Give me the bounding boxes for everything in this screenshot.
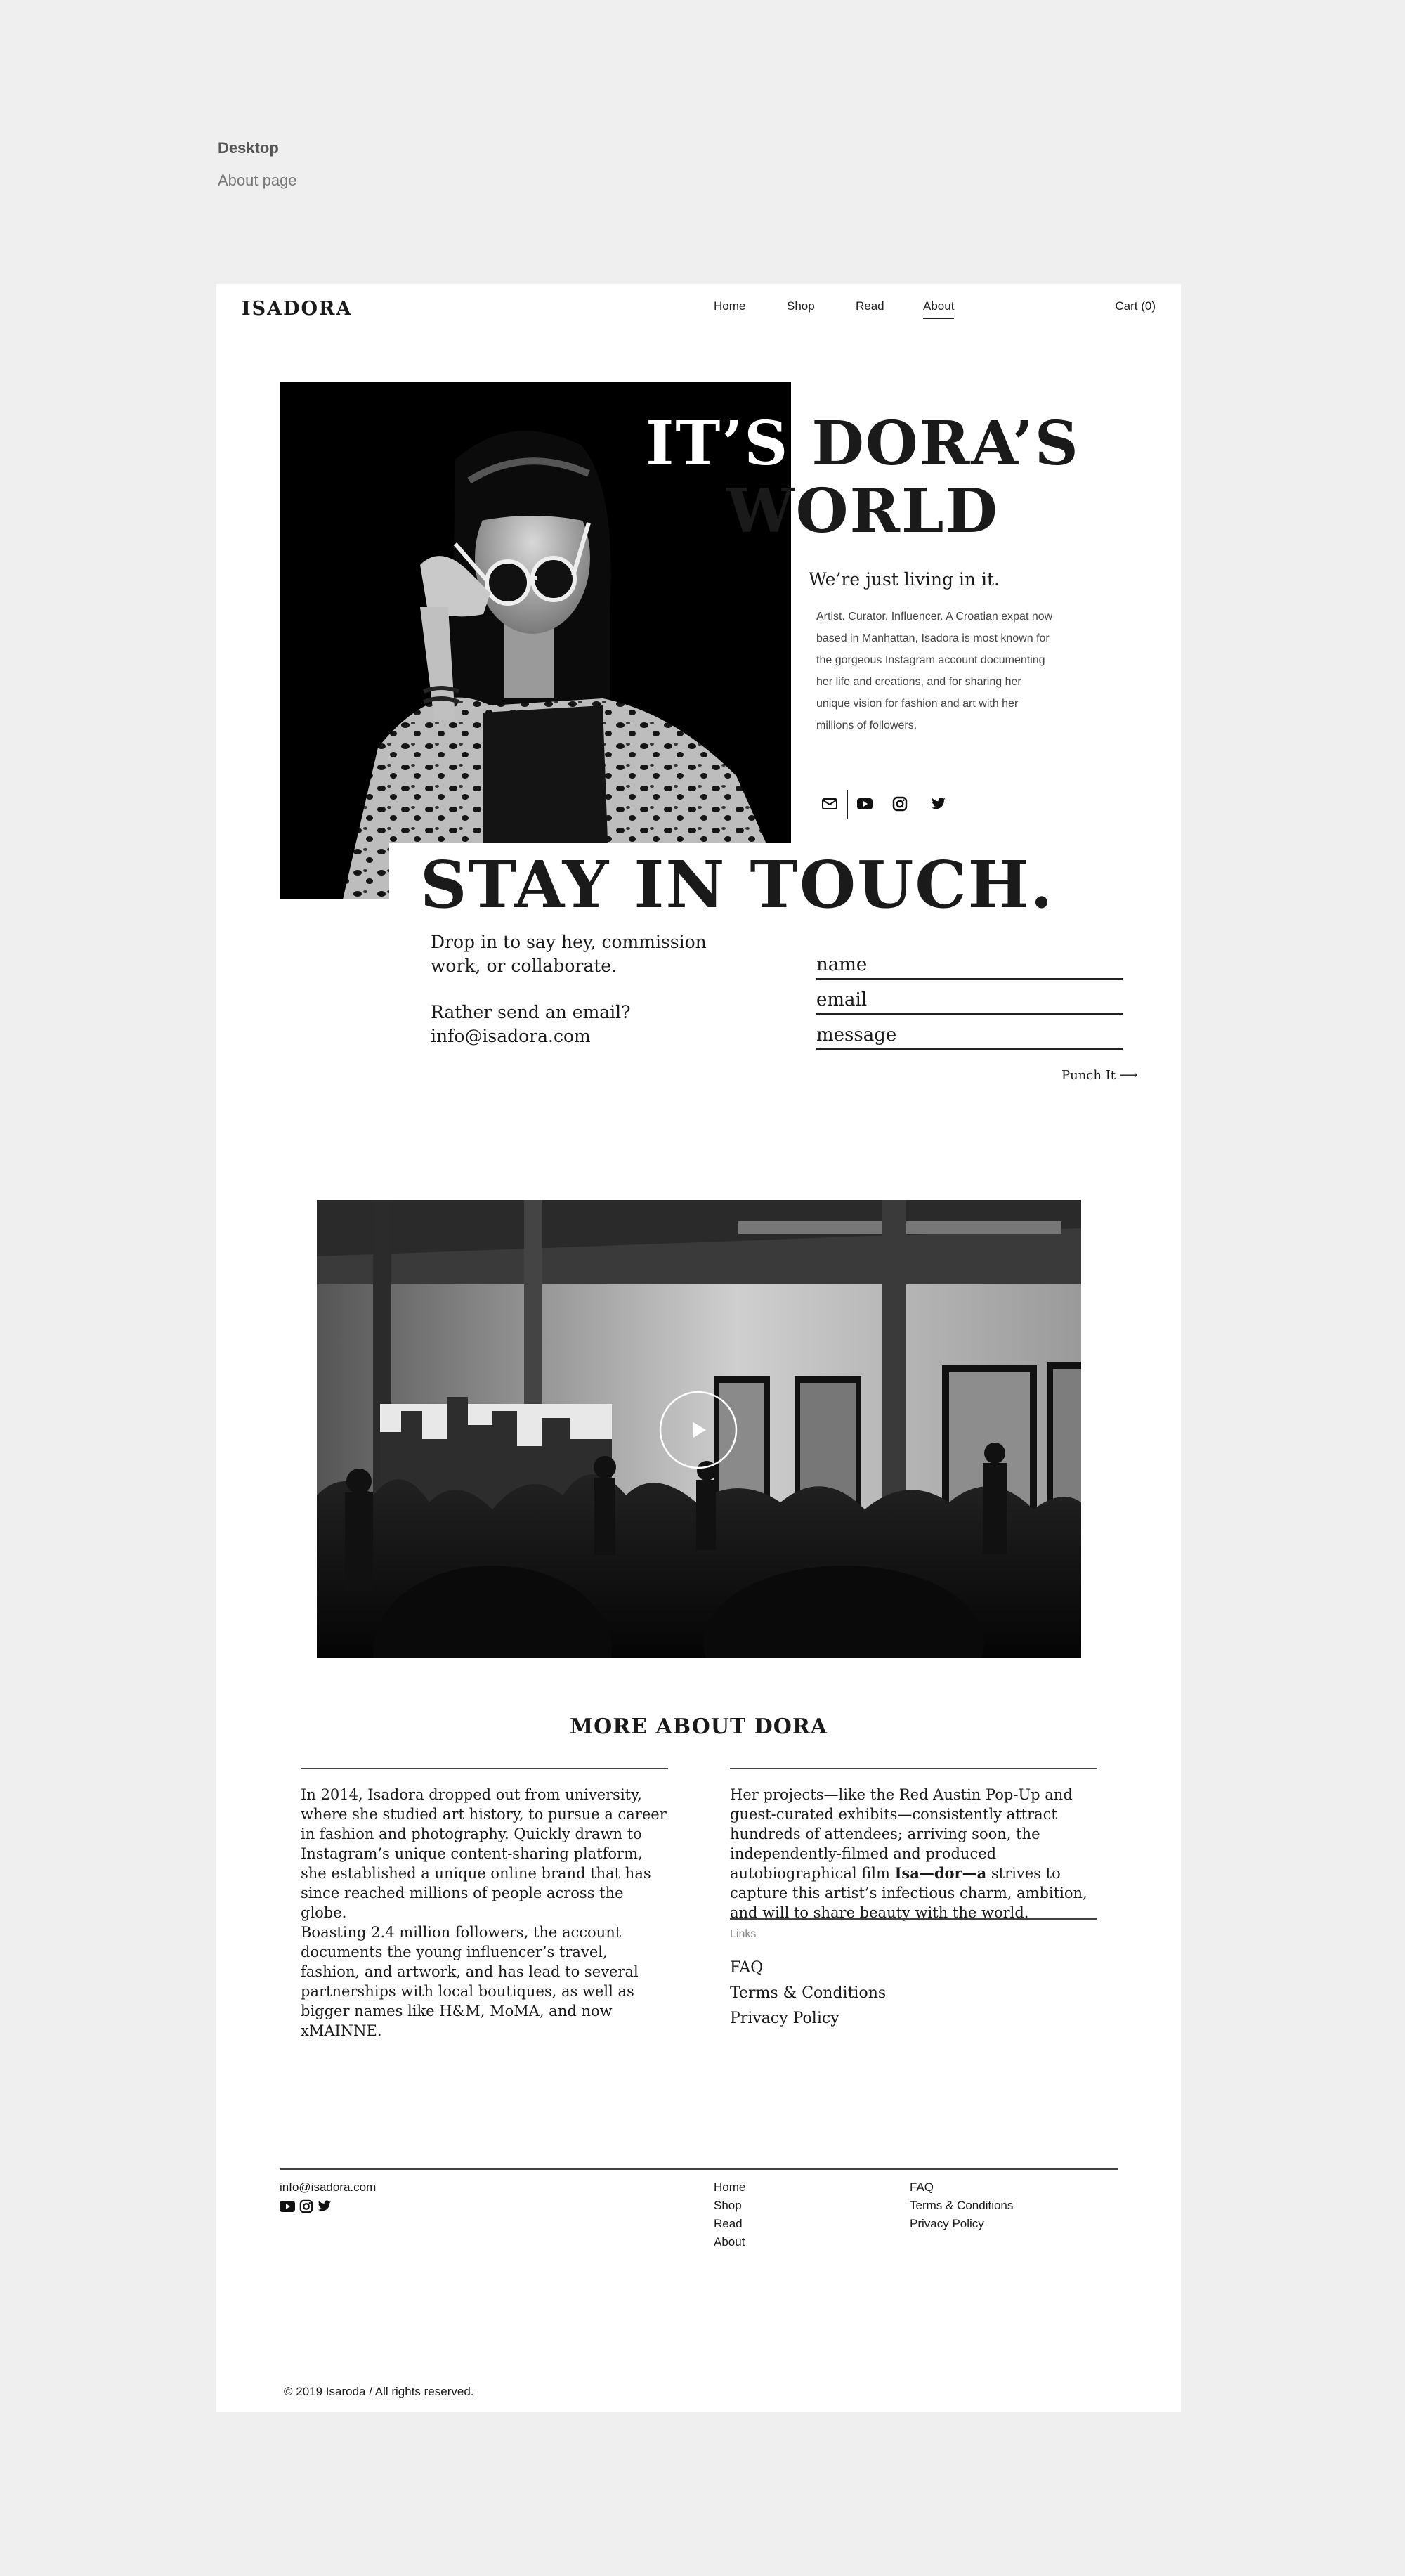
hero-title-part-2: DORA’S	[811, 408, 1080, 479]
play-icon[interactable]	[658, 1390, 738, 1470]
more-about-title: MORE ABOUT DORA	[569, 1715, 828, 1739]
nav-home[interactable]: Home	[714, 299, 745, 313]
footer-privacy[interactable]: Privacy Policy	[910, 2215, 1013, 2233]
email-field[interactable]: email	[816, 988, 1123, 1015]
link-privacy[interactable]: Privacy Policy	[730, 2010, 839, 2027]
video-player[interactable]	[317, 1200, 1081, 1658]
annotation-subtitle: About page	[218, 171, 297, 189]
col1-rule	[301, 1768, 668, 1769]
contact-email-address[interactable]: info@isadora.com	[431, 1024, 712, 1048]
name-field[interactable]: name	[816, 953, 1123, 980]
instagram-icon[interactable]	[886, 790, 914, 818]
footer-nav-shop[interactable]: Shop	[714, 2197, 745, 2215]
cart-link[interactable]: Cart (0)	[1115, 299, 1156, 313]
message-field[interactable]: message	[816, 1023, 1123, 1050]
footer-faq[interactable]: FAQ	[910, 2178, 1013, 2197]
hero-title: IT’S DORA’S WORLD	[638, 410, 1087, 545]
about-paragraph-1: In 2014, Isadora dropped out from univer…	[301, 1786, 667, 1921]
about-paragraph-2: Boasting 2.4 million followers, the acco…	[301, 1924, 639, 2039]
nav-about[interactable]: About	[923, 299, 955, 319]
contact-title: STAY IN TOUCH.	[420, 847, 1054, 923]
hero-title-part-1: IT’S	[646, 408, 790, 479]
footer-legal: FAQ Terms & Conditions Privacy Policy	[910, 2178, 1013, 2233]
site-logo[interactable]: ISADORA	[242, 298, 352, 320]
social-divider	[847, 790, 848, 819]
footer-socials	[280, 2199, 332, 2219]
hero-description: Artist. Curator. Influencer. A Croatian …	[816, 611, 1053, 731]
youtube-icon[interactable]	[280, 2199, 295, 2219]
footer-rule	[280, 2168, 1118, 2170]
contact-email-prompt: Rather send an email?	[431, 1002, 631, 1022]
twitter-icon[interactable]	[924, 790, 953, 818]
page-card: ISADORA Home Shop Read About Cart (0) IT…	[216, 284, 1181, 2412]
submit-button[interactable]: Punch It ⟶	[1061, 1068, 1138, 1083]
hero-title-line-2: WORLD	[726, 476, 999, 547]
nav-read[interactable]: Read	[856, 299, 884, 313]
links-rule	[730, 1918, 1097, 1920]
link-faq[interactable]: FAQ	[730, 1959, 763, 1977]
links-label: Links	[730, 1928, 757, 1940]
film-title: Isa—dor—a	[894, 1864, 987, 1882]
footer-nav-about[interactable]: About	[714, 2233, 745, 2251]
copyright: © 2019 Isaroda / All rights reserved.	[284, 2385, 474, 2398]
twitter-icon[interactable]	[318, 2199, 332, 2219]
annotation-title: Desktop	[218, 139, 279, 157]
footer-terms[interactable]: Terms & Conditions	[910, 2197, 1013, 2215]
col2-rule	[730, 1768, 1097, 1769]
mail-icon[interactable]	[816, 790, 844, 818]
youtube-icon[interactable]	[851, 790, 879, 818]
instagram-icon[interactable]	[299, 2199, 313, 2219]
contact-intro: Drop in to say hey, commission work, or …	[431, 932, 707, 976]
footer-email[interactable]: info@isadora.com	[280, 2178, 376, 2197]
hero-tagline: We’re just living in it.	[809, 569, 1000, 590]
about-paragraph-3: Her projects—like the Red Austin Pop-Up …	[730, 1785, 1097, 1923]
nav-shop[interactable]: Shop	[787, 299, 815, 313]
link-terms[interactable]: Terms & Conditions	[730, 1984, 886, 2002]
footer-nav: Home Shop Read About	[714, 2178, 745, 2251]
footer-nav-home[interactable]: Home	[714, 2178, 745, 2197]
contact-email-note: Rather send an email? info@isadora.com	[431, 1001, 712, 1048]
footer-nav-read[interactable]: Read	[714, 2215, 745, 2233]
